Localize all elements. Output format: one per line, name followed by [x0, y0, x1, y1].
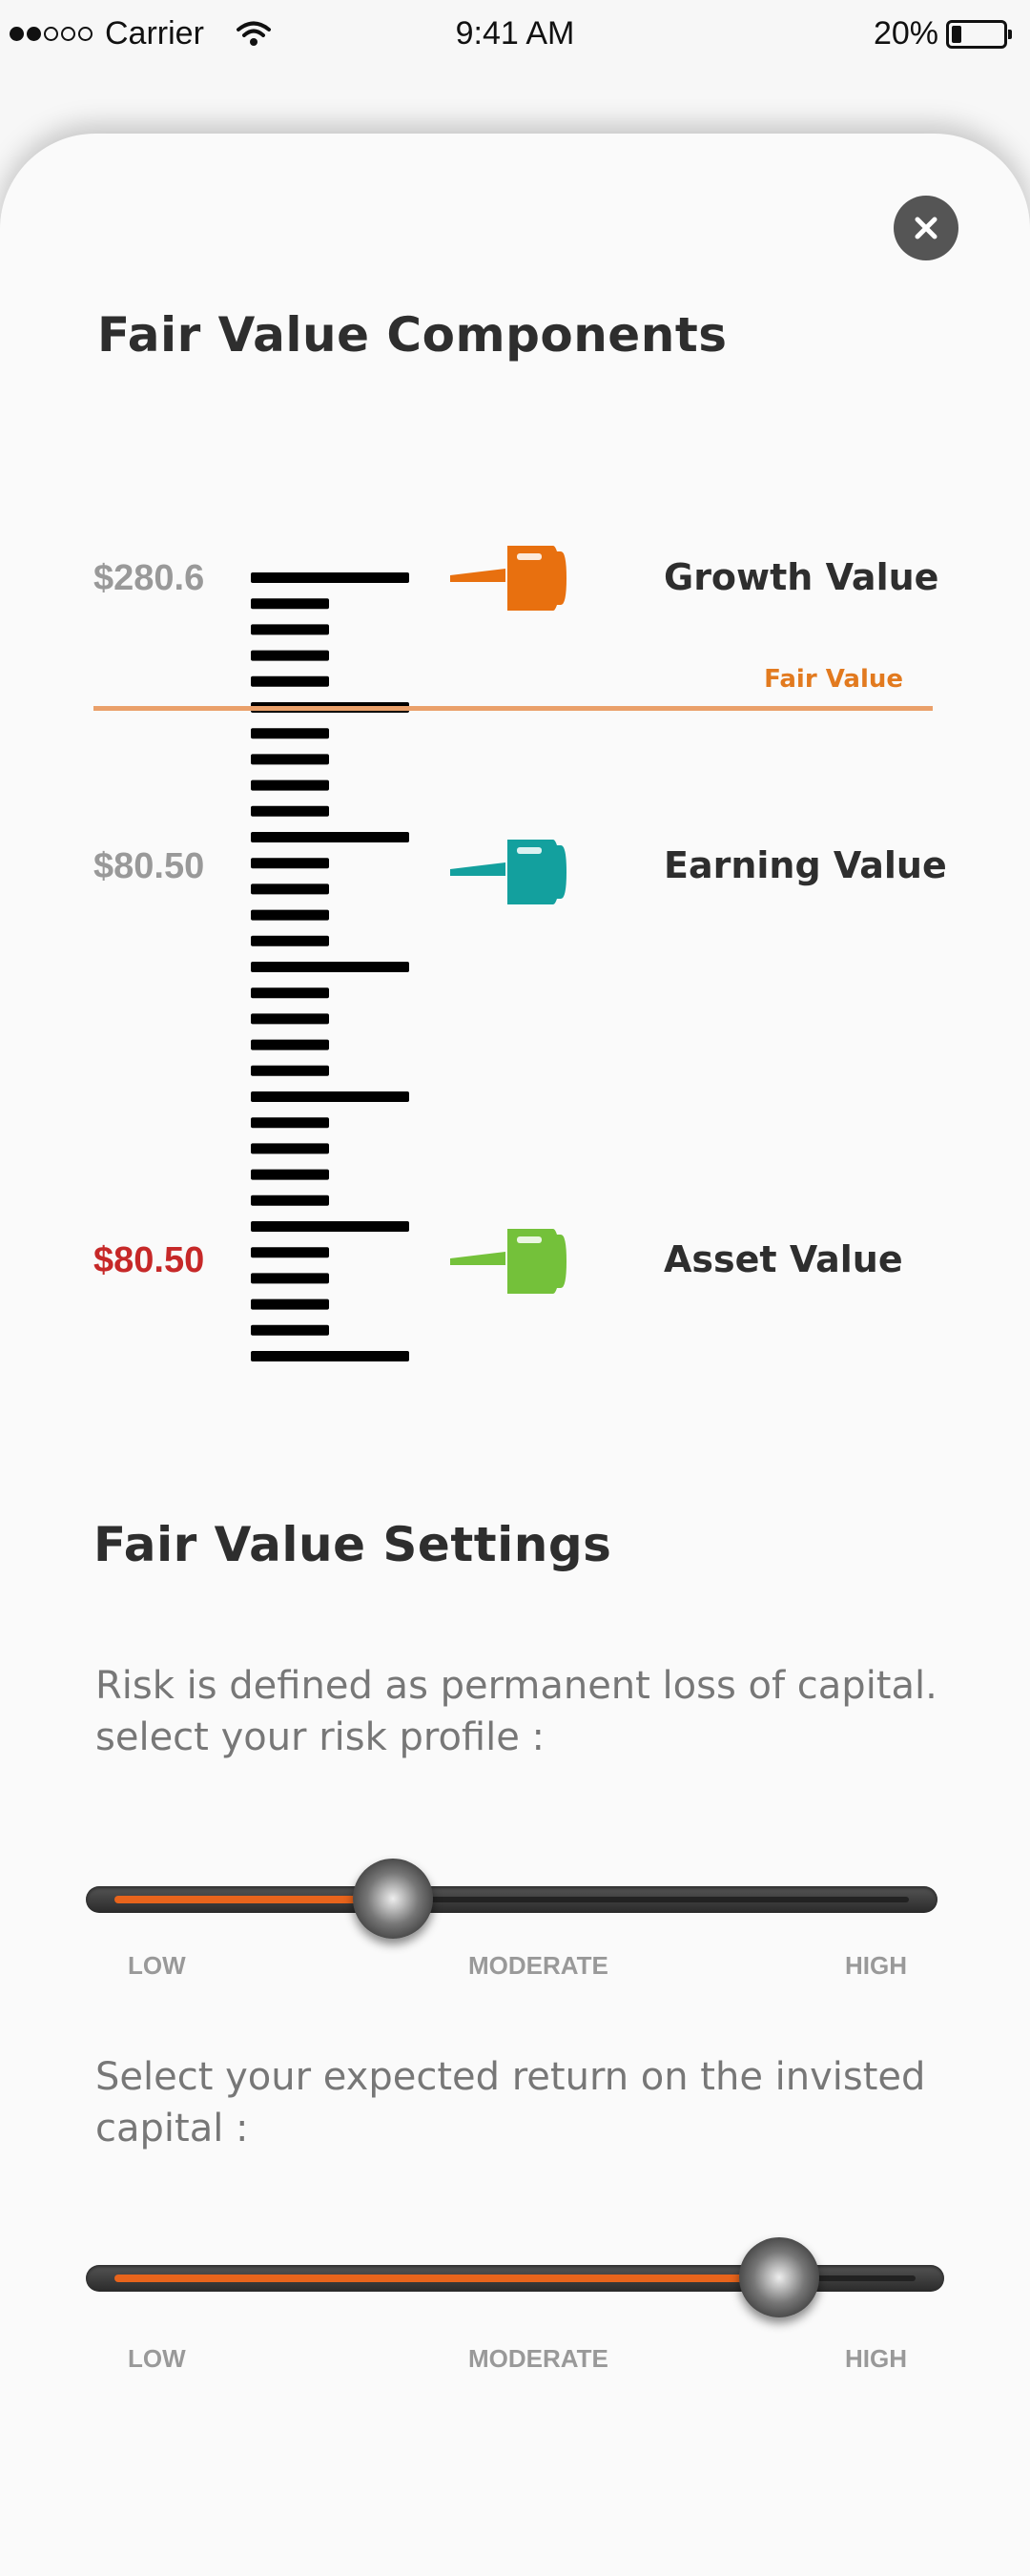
growth-pin-icon[interactable]: [448, 544, 591, 613]
ruler-minor-tick: [251, 1324, 329, 1336]
tick-high: HIGH: [845, 2344, 907, 2373]
ruler-major-tick: [251, 962, 409, 972]
ruler-minor-tick: [251, 1117, 329, 1129]
asset-value-label: Asset Value: [664, 1238, 903, 1280]
ruler-minor-tick: [251, 909, 329, 921]
ruler-minor-tick: [251, 1169, 329, 1180]
growth-value-amount: $280.6: [93, 558, 205, 598]
ruler-minor-tick: [251, 624, 329, 635]
return-description: Select your expected return on the invis…: [95, 2055, 926, 2150]
ruler-minor-tick: [251, 598, 329, 610]
ruler-minor-tick: [251, 1195, 329, 1206]
risk-slider-fill: [114, 1896, 393, 1903]
fair-value-gauge: Fair Value $280.6 $80.50 $80.50 Growth V…: [0, 0, 1030, 2576]
ruler-major-tick: [251, 1091, 409, 1102]
earning-value-amount: $80.50: [93, 846, 205, 886]
ruler-minor-tick: [251, 987, 329, 999]
tick-moderate: MODERATE: [468, 2344, 608, 2373]
ruler-major-tick: [251, 1221, 409, 1232]
risk-slider[interactable]: [86, 1886, 937, 1913]
ruler-minor-tick: [251, 1298, 329, 1310]
settings-title: Fair Value Settings: [93, 1517, 612, 1572]
tick-low: LOW: [128, 2344, 186, 2373]
asset-pin-icon[interactable]: [448, 1227, 591, 1296]
ruler-minor-tick: [251, 728, 329, 739]
risk-description: Risk is defined as permanent loss of cap…: [95, 1664, 937, 1759]
tick-moderate: MODERATE: [468, 1951, 608, 1980]
ruler-major-tick: [251, 1351, 409, 1361]
return-slider-fill: [114, 2275, 780, 2282]
asset-value-amount: $80.50: [93, 1240, 205, 1280]
ruler-minor-tick: [251, 935, 329, 946]
fair-value-label: Fair Value: [764, 665, 903, 694]
ruler-minor-tick: [251, 650, 329, 661]
ruler-minor-tick: [251, 1013, 329, 1025]
ruler-minor-tick: [251, 1039, 329, 1050]
ruler-minor-tick: [251, 1065, 329, 1076]
risk-slider-thumb[interactable]: [352, 1859, 433, 1939]
tick-high: HIGH: [845, 1951, 907, 1980]
ruler-major-tick: [251, 572, 409, 583]
growth-value-label: Growth Value: [664, 556, 939, 598]
fair-value-line: [93, 706, 933, 711]
ruler-minor-tick: [251, 754, 329, 765]
ruler-minor-tick: [251, 779, 329, 791]
return-slider-thumb[interactable]: [739, 2237, 820, 2317]
ruler-minor-tick: [251, 1247, 329, 1258]
ruler-minor-tick: [251, 1143, 329, 1154]
earning-pin-icon[interactable]: [448, 838, 591, 906]
ruler-minor-tick: [251, 1273, 329, 1284]
ruler-minor-tick: [251, 858, 329, 869]
tick-low: LOW: [128, 1951, 186, 1980]
earning-value-label: Earning Value: [664, 844, 947, 886]
ruler-minor-tick: [251, 805, 329, 817]
ruler-minor-tick: [251, 675, 329, 687]
ruler-minor-tick: [251, 883, 329, 895]
ruler-major-tick: [251, 832, 409, 842]
